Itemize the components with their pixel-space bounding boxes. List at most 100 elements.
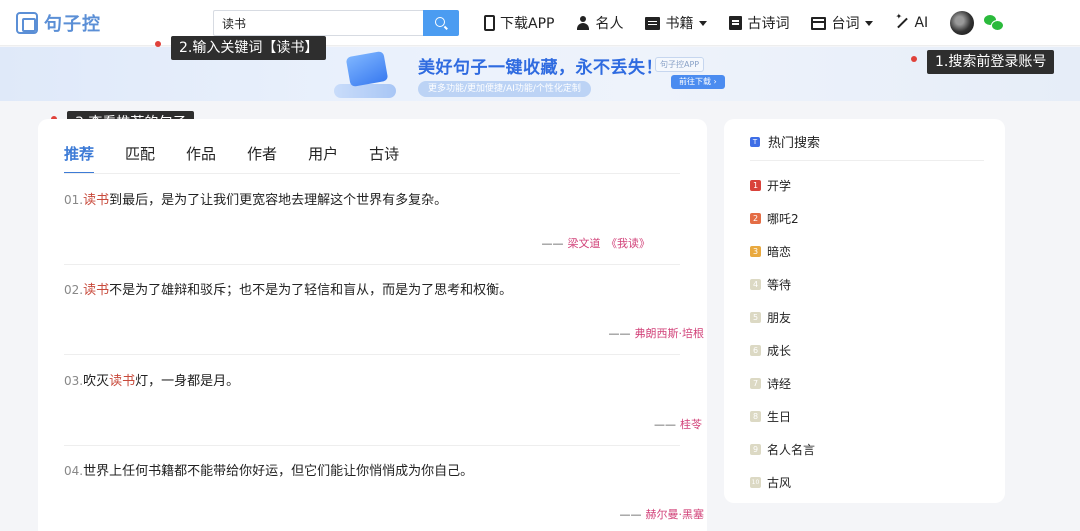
result-tabs: 推荐 匹配 作品 作者 用户 古诗 [64,143,399,174]
quote-text: 04.世界上任何书籍都不能带给你好运，但它们能让你悄悄成为你自己。 [64,460,680,479]
banner-illustration [330,50,402,100]
hot-search-title: 热门搜索 [768,136,821,151]
hot-search-label: 开学 [767,179,792,193]
hot-search-item[interactable]: 9 名人名言 [750,441,815,458]
quote-keyword: 读书 [109,374,136,389]
hot-search-item[interactable]: 4 等待 [750,276,791,293]
tab-users[interactable]: 用户 [308,143,338,174]
tabs-divider [64,173,680,174]
logo-text: 句子控 [44,14,101,35]
callout-login: 1.搜索前登录账号 [927,50,1055,74]
phone-icon [484,15,495,31]
tab-ancient-poems[interactable]: 古诗 [369,143,399,174]
quote-author[interactable]: —— 弗朗西斯·培根 [609,325,705,341]
tab-match[interactable]: 匹配 [125,143,155,174]
tab-recommend[interactable]: 推荐 [64,143,95,174]
nav-download-app[interactable]: 下载APP [484,13,554,33]
top-navbar: 句子控 下载APP 名人 书籍 古诗词 台词 [0,0,1080,46]
quote-number: 02. [64,283,84,297]
author-dash: —— [608,327,631,340]
nav-celebrities[interactable]: 名人 [576,13,623,33]
quote-item[interactable]: 03.吹灭读书灯，一身都是月。 —— 桂苓 [64,370,702,450]
quote-post: 到最后，是为了让我们更宽容地去理解这个世界有多复杂。 [109,193,448,208]
hot-search-item[interactable]: 1 开学 [750,177,791,194]
nav-label: 名人 [595,16,624,32]
quote-number: 03. [64,374,84,388]
author-dash: —— [619,508,642,521]
hot-search-item[interactable]: 7 诗经 [750,375,791,392]
hot-search-item[interactable]: 10 古风 [750,474,791,491]
rank-badge: 9 [750,444,761,455]
search-bar [213,10,459,36]
search-icon [435,17,445,27]
nav-label: 书籍 [665,16,694,32]
ai-wand-icon [895,12,909,30]
quote-divider [64,445,680,446]
hot-search-label: 暗恋 [767,245,792,259]
search-input[interactable] [213,10,423,36]
tab-works[interactable]: 作品 [186,143,216,174]
quote-text: 03.吹灭读书灯，一身都是月。 [64,370,680,389]
tab-authors[interactable]: 作者 [247,143,277,174]
quote-pre: 世界上任何书籍都不能带给你好运，但它们能让你悄悄成为你自己。 [83,464,474,479]
quote-item[interactable]: 02.读书不是为了雄辩和驳斥；也不是为了轻信和盲从，而是为了思考和权衡。 —— 弗… [64,279,704,359]
callout-dot [155,41,161,47]
rank-badge: 2 [750,213,761,224]
quote-text: 01.读书到最后，是为了让我们更宽容地去理解这个世界有多复杂。 [64,189,680,208]
author-dash: —— [654,418,676,431]
hot-search-item[interactable]: 5 朋友 [750,309,791,326]
banner-subtitle: 更多功能/更加便捷/AI功能/个性化定制 [418,81,591,97]
main-nav: 下载APP 名人 书籍 古诗词 台词 AI [484,0,1005,46]
site-logo[interactable]: 句子控 [16,10,101,36]
hot-search-divider [750,160,984,161]
rank-badge: 5 [750,312,761,323]
banner-title: 美好句子一键收藏，永不丢失！ [418,58,663,78]
author-name: 赫尔曼·黑塞 [645,508,705,521]
nav-label: AI [914,15,929,31]
hot-search-label: 等待 [767,278,792,292]
nav-label: 下载APP [500,16,555,32]
logo-icon [16,12,38,34]
hot-search-label: 成长 [767,344,792,358]
quote-item[interactable]: 04.世界上任何书籍都不能带给你好运，但它们能让你悄悄成为你自己。 —— 赫尔曼·… [64,460,704,531]
hot-search-header: T 热门搜索 [750,132,820,151]
callout-dot [911,56,917,62]
banner-app-label: 句子控APP [655,57,705,72]
banner-card-shape [345,50,389,88]
user-avatar[interactable] [950,11,975,35]
quote-keyword: 读书 [83,283,110,298]
hot-search-item[interactable]: 3 暗恋 [750,243,791,260]
rank-badge: 6 [750,345,761,356]
nav-poems[interactable]: 古诗词 [729,13,789,33]
banner-base-shape [334,84,396,98]
hot-search-item[interactable]: 2 哪吒2 [750,210,799,227]
nav-lines[interactable]: 台词 [811,13,874,33]
nav-ai[interactable]: AI [895,12,929,31]
quote-post: 不是为了雄辩和驳斥；也不是为了轻信和盲从，而是为了思考和权衡。 [109,283,513,298]
quote-divider [64,264,680,265]
hot-search-item[interactable]: 6 成长 [750,342,791,359]
hot-search-label: 诗经 [767,377,792,391]
hot-search-label: 哪吒2 [767,212,799,226]
quote-item[interactable]: 01.读书到最后，是为了让我们更宽容地去理解这个世界有多复杂。 —— 梁文道 《我… [64,189,680,269]
author-name: 弗朗西斯·培根 [634,327,705,340]
results-panel: 推荐 匹配 作品 作者 用户 古诗 01.读书到最后，是为了让我们更宽容地去理解… [38,119,707,531]
hot-search-icon: T [750,136,760,147]
search-button[interactable] [423,10,459,36]
nav-label: 台词 [831,16,860,32]
quote-author[interactable]: —— 梁文道 《我读》 [542,235,651,251]
banner-download-button[interactable]: 前往下载 › [671,75,725,89]
author-name: 桂苓 [680,418,702,431]
quote-author[interactable]: —— 桂苓 [654,416,702,432]
hot-search-label: 古风 [767,476,792,490]
wechat-icon[interactable] [984,15,1005,31]
hot-search-item[interactable]: 8 生日 [750,408,791,425]
quote-author[interactable]: —— 赫尔曼·黑塞 [620,506,705,522]
caret-down-icon [699,20,708,26]
rank-badge: 4 [750,279,761,290]
promo-banner[interactable]: 美好句子一键收藏，永不丢失！ 更多功能/更加便捷/AI功能/个性化定制 句子控A… [0,47,1080,101]
book-icon [645,16,661,30]
nav-books[interactable]: 书籍 [645,13,708,33]
film-icon [811,16,827,30]
poem-icon [729,16,743,30]
